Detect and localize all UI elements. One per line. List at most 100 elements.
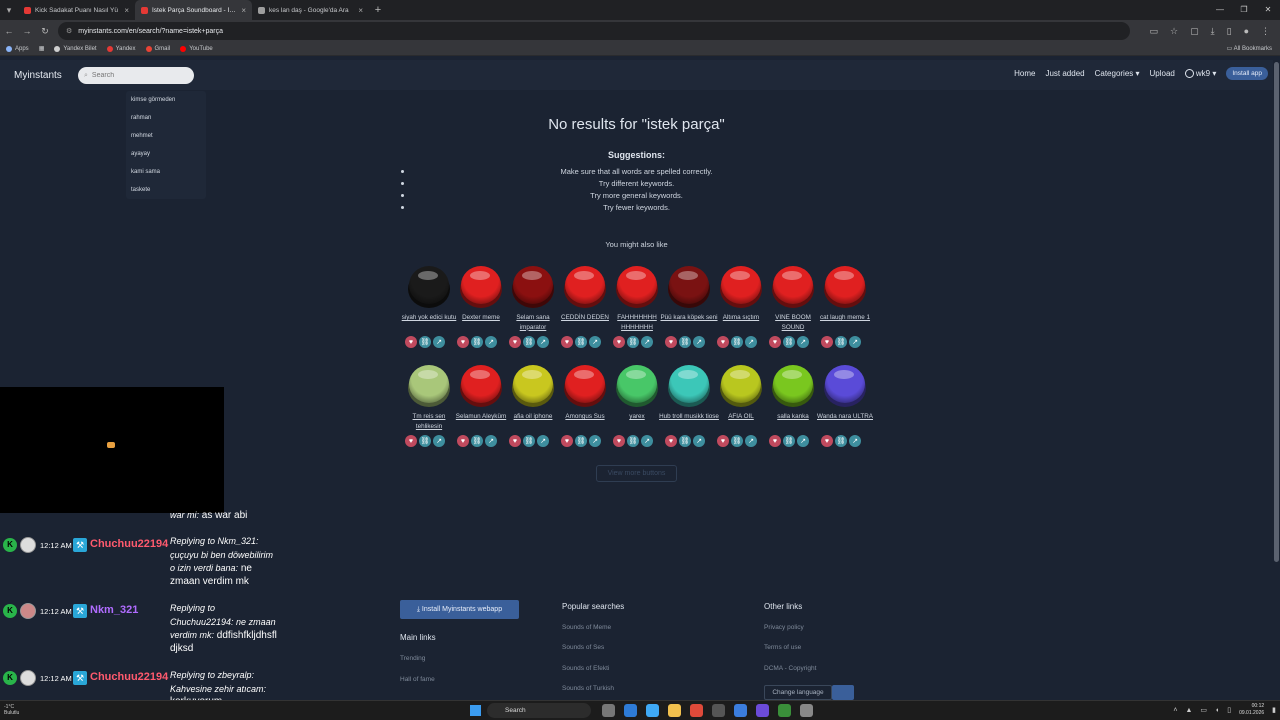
sound-play-button[interactable] xyxy=(668,365,710,407)
nav-categories[interactable]: Categories ▾ xyxy=(1095,69,1140,78)
taskbar-clock[interactable]: 00:12 09.01.2026 xyxy=(1239,703,1264,717)
nav-upload[interactable]: Upload xyxy=(1150,69,1175,78)
sound-button-label[interactable]: cat laugh meme 1 xyxy=(815,313,875,323)
share-icon[interactable]: ↗ xyxy=(849,435,861,447)
sound-button-label[interactable]: Selamun Aleyküm xyxy=(451,412,511,422)
favorite-heart-icon[interactable]: ♥ xyxy=(821,336,833,348)
suggestion-item[interactable]: kimse görmeden xyxy=(126,91,206,109)
copy-link-icon[interactable]: ⛓ xyxy=(523,336,535,348)
weather-widget[interactable]: -1°C Bulutlu xyxy=(4,704,19,716)
share-icon[interactable]: ↗ xyxy=(485,435,497,447)
copy-link-icon[interactable]: ⛓ xyxy=(471,336,483,348)
share-icon[interactable]: ↗ xyxy=(433,336,445,348)
bookmark-grid[interactable]: ▦ xyxy=(39,45,45,52)
sound-play-button[interactable] xyxy=(772,266,814,308)
favorite-heart-icon[interactable]: ♥ xyxy=(457,336,469,348)
footer-link-trending[interactable]: Trending xyxy=(400,655,425,662)
sound-play-button[interactable] xyxy=(460,365,502,407)
share-icon[interactable]: ↗ xyxy=(797,336,809,348)
language-select[interactable]: Change language xyxy=(764,685,832,700)
copy-link-icon[interactable]: ⛓ xyxy=(731,336,743,348)
nav-user[interactable]: wk9 ▾ xyxy=(1184,69,1216,79)
copy-link-icon[interactable]: ⛓ xyxy=(523,435,535,447)
nav-just-added[interactable]: Just added xyxy=(1045,69,1084,78)
sound-button-label[interactable]: Amongus Sus xyxy=(555,412,615,422)
share-icon[interactable]: ↗ xyxy=(849,336,861,348)
sound-play-button[interactable] xyxy=(824,365,866,407)
bookmark-apps[interactable]: Apps xyxy=(6,45,29,52)
clock-app-icon[interactable] xyxy=(712,704,725,717)
footer-popular-link[interactable]: Sounds of Turkish xyxy=(562,685,614,692)
tab-close-icon[interactable]: × xyxy=(124,6,129,15)
tab-kick[interactable]: Kick Sadakat Puanı Nasıl Yü × xyxy=(18,0,135,20)
share-icon[interactable]: ↗ xyxy=(589,336,601,348)
favorite-heart-icon[interactable]: ♥ xyxy=(405,435,417,447)
sound-button-label[interactable]: afia oil iphone xyxy=(503,412,563,422)
install-webapp-button[interactable]: ⤓ Install Myinstants webapp xyxy=(400,600,519,619)
steam-icon[interactable] xyxy=(800,704,813,717)
sound-play-button[interactable] xyxy=(616,266,658,308)
share-icon[interactable]: ↗ xyxy=(641,435,653,447)
share-icon[interactable]: ↗ xyxy=(693,336,705,348)
network-icon[interactable]: ▭ xyxy=(1200,706,1207,714)
menu-icon[interactable]: ⋮ xyxy=(1261,26,1270,37)
sound-button-label[interactable]: VINE BOOM SOUND xyxy=(763,313,823,332)
sound-play-button[interactable] xyxy=(772,365,814,407)
footer-popular-link[interactable]: Sounds of Meme xyxy=(562,624,611,631)
discord-icon[interactable] xyxy=(756,704,769,717)
footer-link-dcma[interactable]: DCMA - Copyright xyxy=(764,665,816,672)
app-icon[interactable] xyxy=(778,704,791,717)
install-app-button[interactable]: Install app xyxy=(1226,67,1268,80)
favorite-heart-icon[interactable]: ♥ xyxy=(821,435,833,447)
copy-link-icon[interactable]: ⛓ xyxy=(419,336,431,348)
sound-play-button[interactable] xyxy=(720,365,762,407)
favorite-heart-icon[interactable]: ♥ xyxy=(717,336,729,348)
photos-icon[interactable] xyxy=(734,704,747,717)
sound-button-label[interactable]: Tm reis sen tehlikesin xyxy=(399,412,459,431)
suggestion-item[interactable]: taskete xyxy=(126,181,206,199)
windows-start-icon[interactable] xyxy=(470,705,481,716)
chat-username[interactable]: Chuchuu22194 xyxy=(90,671,168,683)
share-icon[interactable]: ↗ xyxy=(485,336,497,348)
sound-play-button[interactable] xyxy=(668,266,710,308)
sound-button-label[interactable]: Hub troll musikk tiose xyxy=(659,412,719,422)
sound-button-label[interactable]: Selam sana imparator xyxy=(503,313,563,332)
sound-play-button[interactable] xyxy=(408,365,450,407)
copy-link-icon[interactable]: ⛓ xyxy=(783,336,795,348)
favorite-heart-icon[interactable]: ♥ xyxy=(769,336,781,348)
share-icon[interactable]: ↗ xyxy=(745,435,757,447)
share-icon[interactable]: ↗ xyxy=(745,336,757,348)
footer-popular-link[interactable]: Sounds of Ses xyxy=(562,644,604,651)
favorite-heart-icon[interactable]: ♥ xyxy=(717,435,729,447)
sound-play-button[interactable] xyxy=(824,266,866,308)
sound-button-label[interactable]: Altıma sıçtım xyxy=(711,313,771,323)
favorite-heart-icon[interactable]: ♥ xyxy=(613,336,625,348)
search-input[interactable] xyxy=(91,72,182,79)
copy-link-icon[interactable]: ⛓ xyxy=(835,435,847,447)
copy-link-icon[interactable]: ⛓ xyxy=(731,435,743,447)
language-go-button[interactable] xyxy=(832,685,854,700)
bookmark-youtube[interactable]: YouTube xyxy=(180,45,213,52)
share-icon[interactable]: ↗ xyxy=(589,435,601,447)
split-icon[interactable]: ▯ xyxy=(1227,26,1232,37)
tab-google[interactable]: kes lan daş - Google'da Ara × xyxy=(252,0,369,20)
copy-link-icon[interactable]: ⛓ xyxy=(575,336,587,348)
favorite-heart-icon[interactable]: ♥ xyxy=(457,435,469,447)
back-icon[interactable]: ← xyxy=(0,26,18,36)
cast-icon[interactable]: ▭ xyxy=(1150,26,1159,37)
share-icon[interactable]: ↗ xyxy=(797,435,809,447)
copy-link-icon[interactable]: ⛓ xyxy=(575,435,587,447)
chat-username[interactable]: Nkm_321 xyxy=(90,604,138,616)
site-brand[interactable]: Myinstants xyxy=(14,70,62,81)
sound-button-label[interactable]: Püü kara köpek seni xyxy=(659,313,719,323)
task-view-icon[interactable] xyxy=(602,704,615,717)
share-icon[interactable]: ↗ xyxy=(641,336,653,348)
search-box[interactable]: ⌕ xyxy=(78,67,194,84)
share-icon[interactable]: ↗ xyxy=(537,336,549,348)
favorite-heart-icon[interactable]: ♥ xyxy=(509,336,521,348)
minimize-icon[interactable]: — xyxy=(1208,0,1232,20)
sound-button-label[interactable]: yarex xyxy=(607,412,667,422)
battery-icon[interactable]: ▯ xyxy=(1227,706,1231,714)
site-info-icon[interactable]: ⚙ xyxy=(66,27,72,35)
tray-chevron-icon[interactable]: ˄ xyxy=(1173,707,1177,714)
